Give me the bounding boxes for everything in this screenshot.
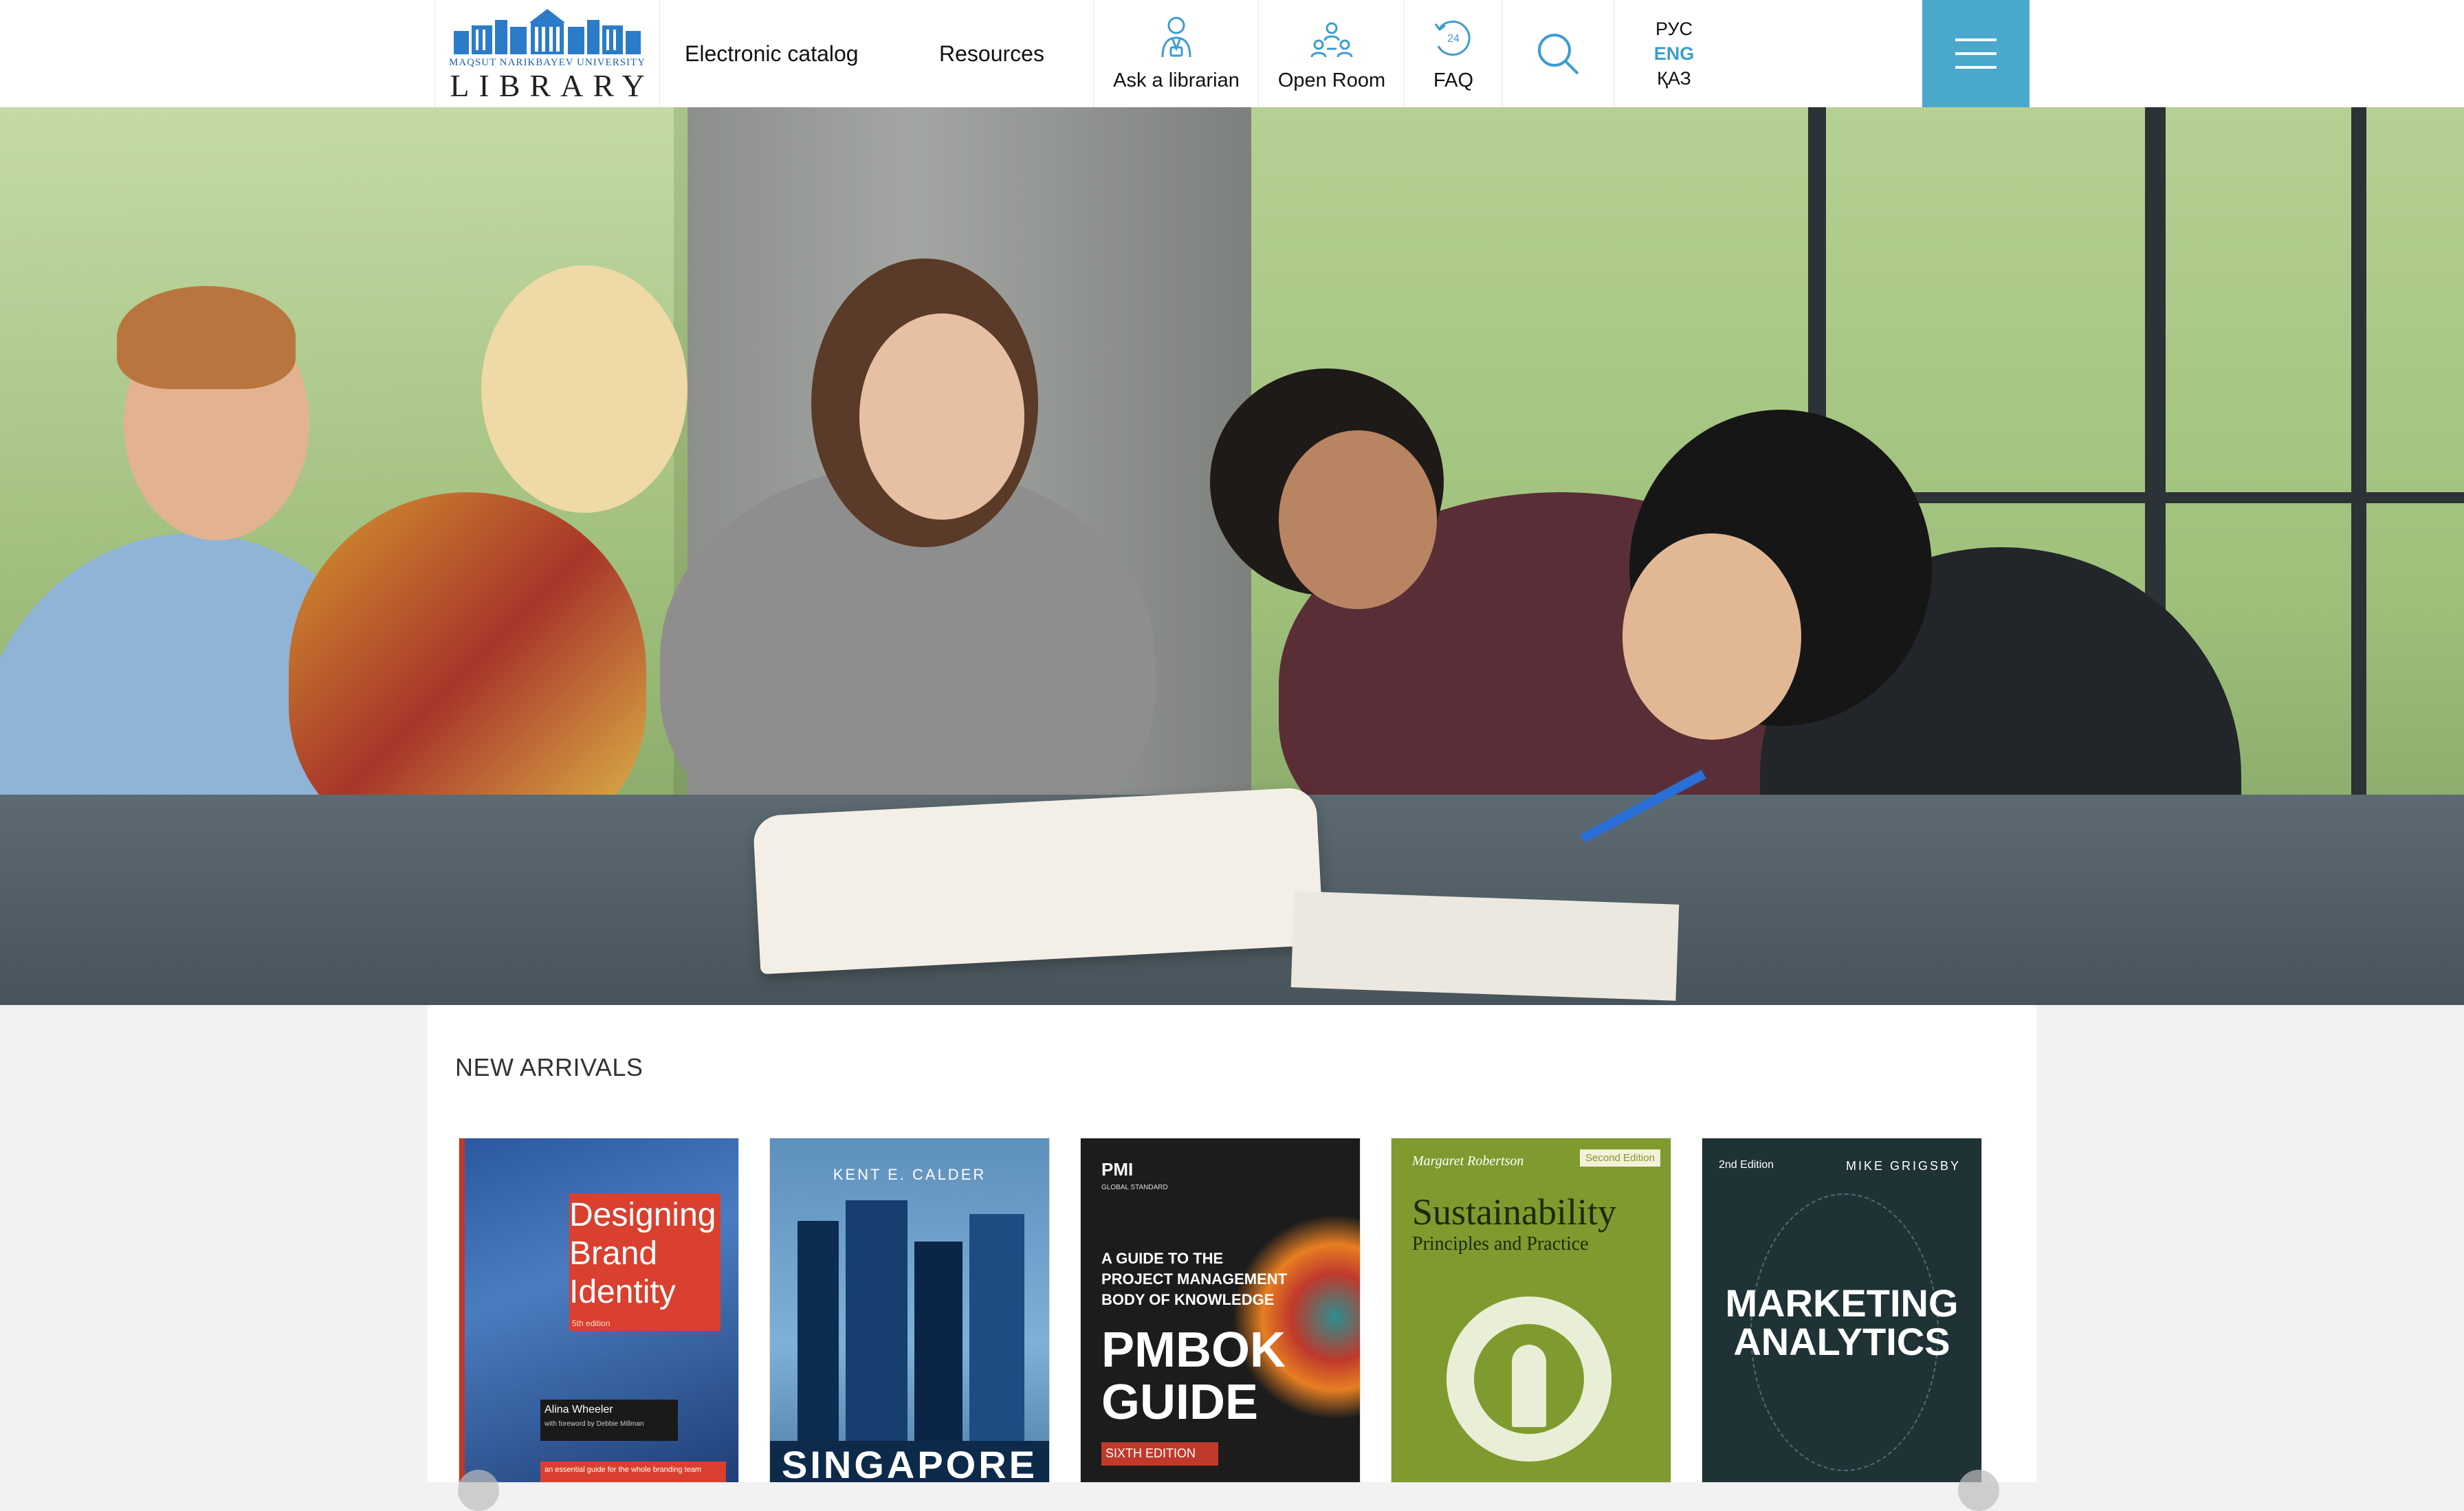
book-title-line: MARKETING — [1725, 1281, 1959, 1325]
open-room-label: Open Room — [1277, 69, 1386, 91]
faq-24-icon: 24 — [1434, 21, 1471, 56]
nav-ask-librarian[interactable]: Ask a librarian — [1093, 0, 1259, 107]
lang-rus[interactable]: РУС — [1656, 16, 1693, 41]
book-subtitle-line: A GUIDE TO THE — [1101, 1250, 1224, 1267]
language-switcher: РУС ENG ҚАЗ — [1643, 16, 1705, 91]
book-publisher: PMI — [1101, 1159, 1134, 1180]
book-edition: Second Edition — [1580, 1149, 1660, 1167]
book-author: Margaret Robertson — [1412, 1154, 1524, 1169]
book-title: SINGAPORE — [781, 1443, 1038, 1482]
carousel-prev-button[interactable] — [458, 1470, 499, 1511]
nav-electronic-catalog[interactable]: Electronic catalog — [685, 0, 859, 107]
faq-label: FAQ — [1433, 69, 1473, 91]
nav-open-room[interactable]: Open Room — [1258, 0, 1405, 107]
ask-librarian-label: Ask a librarian — [1113, 69, 1240, 91]
book-cover-sustainability[interactable]: Margaret Robertson Second Edition Sustai… — [1392, 1138, 1671, 1482]
book-title: MARKETING ANALYTICS — [1702, 1284, 1981, 1361]
book-subtitle-line: PROJECT MANAGEMENT — [1101, 1270, 1288, 1288]
hero-person-3-face — [859, 313, 1024, 520]
hero-open-book — [752, 786, 1324, 975]
book-title-line: PMBOK — [1101, 1323, 1286, 1378]
book-spine-stripe — [459, 1138, 465, 1482]
nav-resources[interactable]: Resources — [939, 0, 1044, 107]
book-subtitle: A GUIDE TO THE PROJECT MANAGEMENT BODY O… — [1101, 1248, 1287, 1310]
book-edition: 2nd Edition — [1719, 1159, 1774, 1171]
library-logo[interactable]: MAQSUT NARIKBAYEV UNIVERSITY LIBRARY — [434, 0, 660, 107]
carousel-next-button[interactable] — [1958, 1470, 1999, 1511]
faq-badge-text: 24 — [1447, 33, 1460, 45]
librarian-icon — [1161, 16, 1191, 58]
book-edition: SIXTH EDITION — [1106, 1446, 1196, 1460]
book-cover-pmbok-guide[interactable]: PMI GLOBAL STANDARD A GUIDE TO THE PROJE… — [1081, 1138, 1360, 1482]
site-header: MAQSUT NARIKBAYEV UNIVERSITY LIBRARY Ele… — [0, 0, 2464, 108]
hero-person-5-face — [1622, 533, 1801, 740]
book-tagline: an essential guide for the whole brandin… — [544, 1466, 702, 1474]
book-building-shape — [846, 1200, 908, 1482]
new-arrivals-section: NEW ARRIVALS Designing Brand Identity 5t… — [428, 1005, 2036, 1511]
hero-person-2-hair — [481, 265, 688, 513]
book-cover-singapore[interactable]: KENT E. CALDER SINGAPORE — [770, 1138, 1049, 1482]
book-title-line: Designing — [569, 1197, 716, 1233]
book-title: Sustainability — [1412, 1191, 1616, 1233]
book-subtitle-line: BODY OF KNOWLEDGE — [1101, 1291, 1275, 1308]
book-cover-marketing-analytics[interactable]: 2nd Edition MIKE GRIGSBY MARKETING ANALY… — [1702, 1138, 1981, 1482]
hero-window-frame — [1826, 492, 2464, 503]
book-author: Alina Wheeler — [544, 1404, 613, 1415]
book-title: Designing Brand Identity — [569, 1196, 716, 1312]
book-foreword: with foreword by Debbie Millman — [544, 1420, 644, 1428]
book-title-line: GUIDE — [1101, 1375, 1259, 1430]
book-title: PMBOK GUIDE — [1101, 1324, 1286, 1429]
book-cover-designing-brand-identity[interactable]: Designing Brand Identity 5th edition Ali… — [459, 1138, 738, 1482]
lang-kaz[interactable]: ҚАЗ — [1657, 66, 1691, 91]
search-button[interactable] — [1502, 0, 1614, 107]
logo-title: LIBRARY — [450, 67, 654, 103]
lang-eng[interactable]: ENG — [1654, 41, 1695, 66]
hero-person-1-hair — [117, 286, 296, 389]
book-author: KENT E. CALDER — [833, 1166, 987, 1183]
new-arrivals-title: NEW ARRIVALS — [455, 1053, 644, 1081]
book-edition: 5th edition — [572, 1319, 610, 1328]
hamburger-icon — [1955, 38, 1996, 69]
search-icon — [1538, 34, 1579, 75]
book-title-line: Brand — [569, 1235, 658, 1272]
group-people-icon — [1310, 22, 1353, 58]
hero-papers — [1290, 891, 1680, 1001]
logo-subtitle: MAQSUT NARIKBAYEV UNIVERSITY — [448, 56, 646, 68]
book-title-line: ANALYTICS — [1733, 1320, 1950, 1363]
book-title-line: Identity — [569, 1274, 676, 1310]
hamburger-menu-button[interactable] — [1922, 0, 2030, 107]
hero-banner-image — [0, 107, 2464, 1005]
nav-faq[interactable]: 24 FAQ — [1404, 0, 1502, 107]
book-subtitle: Principles and Practice — [1412, 1233, 1589, 1255]
book-author: MIKE GRIGSBY — [1845, 1159, 1961, 1173]
book-tree-graphic — [1512, 1345, 1546, 1427]
library-building-icon — [454, 8, 641, 54]
hero-person-4-face — [1279, 430, 1437, 609]
book-label: GLOBAL STANDARD — [1101, 1184, 1168, 1191]
